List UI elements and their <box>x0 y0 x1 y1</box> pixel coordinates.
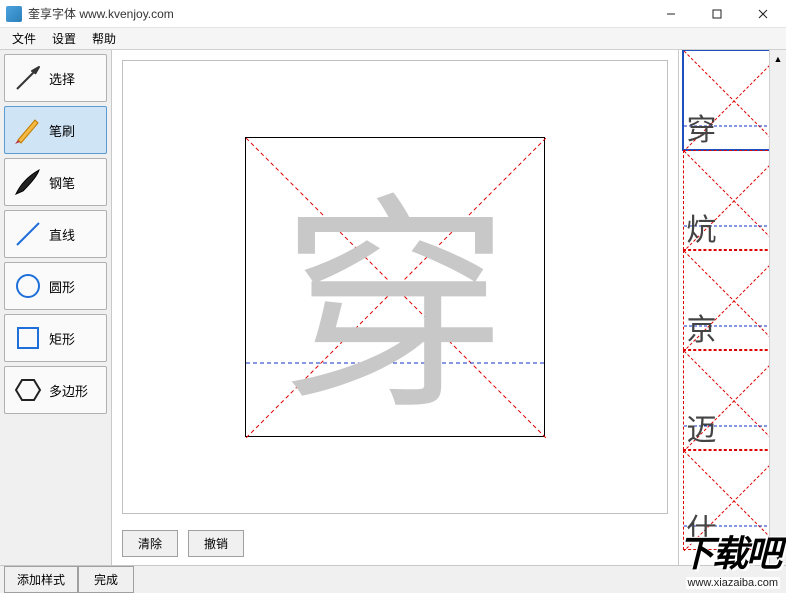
menu-help[interactable]: 帮助 <box>84 28 124 49</box>
arrow-icon <box>11 61 45 95</box>
char-glyph: 京 <box>687 305 717 349</box>
tool-line[interactable]: 直线 <box>4 210 107 258</box>
pen-icon <box>11 165 45 199</box>
tool-label: 选择 <box>49 69 75 88</box>
tool-label: 矩形 <box>49 329 75 348</box>
tool-circle[interactable]: 圆形 <box>4 262 107 310</box>
scrollbar[interactable]: ▲ ▼ <box>769 50 786 565</box>
window-controls <box>648 0 786 28</box>
menu-file[interactable]: 文件 <box>4 28 44 49</box>
char-cell[interactable]: 京 <box>683 250 783 350</box>
canvas-character: 穿 <box>246 138 544 436</box>
add-style-button[interactable]: 添加样式 <box>4 566 78 593</box>
tool-pen[interactable]: 钢笔 <box>4 158 107 206</box>
canvas-wrap: 穿 <box>122 60 668 514</box>
drawing-canvas[interactable]: 穿 <box>245 137 545 437</box>
window-title: 奎享字体 www.kvenjoy.com <box>28 5 648 22</box>
menu-settings[interactable]: 设置 <box>44 28 84 49</box>
tool-label: 笔刷 <box>49 121 75 140</box>
watermark-url: www.xiazaiba.com <box>686 577 780 589</box>
app-icon <box>6 6 22 22</box>
clear-button[interactable]: 清除 <box>122 530 178 557</box>
scroll-up-button[interactable]: ▲ <box>770 50 786 67</box>
close-button[interactable] <box>740 0 786 28</box>
tool-select[interactable]: 选择 <box>4 54 107 102</box>
brush-icon <box>11 113 45 147</box>
tool-label: 直线 <box>49 225 75 244</box>
tool-rect[interactable]: 矩形 <box>4 314 107 362</box>
char-glyph: 穿 <box>687 105 717 149</box>
char-cell[interactable]: 迈 <box>683 350 783 450</box>
tool-label: 多边形 <box>49 381 88 400</box>
menubar: 文件 设置 帮助 <box>0 28 786 50</box>
workspace: 选择 笔刷 钢笔 直线 圆形 <box>0 50 786 565</box>
circle-icon <box>11 269 45 303</box>
char-cell[interactable]: 炕 <box>683 150 783 250</box>
polygon-icon <box>11 373 45 407</box>
watermark-logo: 下载吧 <box>678 525 780 577</box>
char-cell[interactable]: 穿 <box>683 50 783 150</box>
tool-brush[interactable]: 笔刷 <box>4 106 107 154</box>
tool-label: 圆形 <box>49 277 75 296</box>
bottombar: 添加样式 完成 <box>0 565 786 593</box>
canvas-area: 穿 清除 撤销 <box>112 50 678 565</box>
maximize-button[interactable] <box>694 0 740 28</box>
watermark: 下载吧 www.xiazaiba.com <box>678 525 780 589</box>
line-icon <box>11 217 45 251</box>
titlebar: 奎享字体 www.kvenjoy.com <box>0 0 786 28</box>
char-glyph: 迈 <box>687 405 717 449</box>
canvas-actions: 清除 撤销 <box>112 524 678 565</box>
tool-label: 钢笔 <box>49 173 75 192</box>
char-glyph: 炕 <box>687 205 717 249</box>
minimize-button[interactable] <box>648 0 694 28</box>
done-button[interactable]: 完成 <box>78 566 134 593</box>
toolbox: 选择 笔刷 钢笔 直线 圆形 <box>0 50 112 565</box>
undo-button[interactable]: 撤销 <box>188 530 244 557</box>
rect-icon <box>11 321 45 355</box>
tool-polygon[interactable]: 多边形 <box>4 366 107 414</box>
character-list: 穿 炕 京 迈 仕 ▲ ▼ <box>678 50 786 565</box>
